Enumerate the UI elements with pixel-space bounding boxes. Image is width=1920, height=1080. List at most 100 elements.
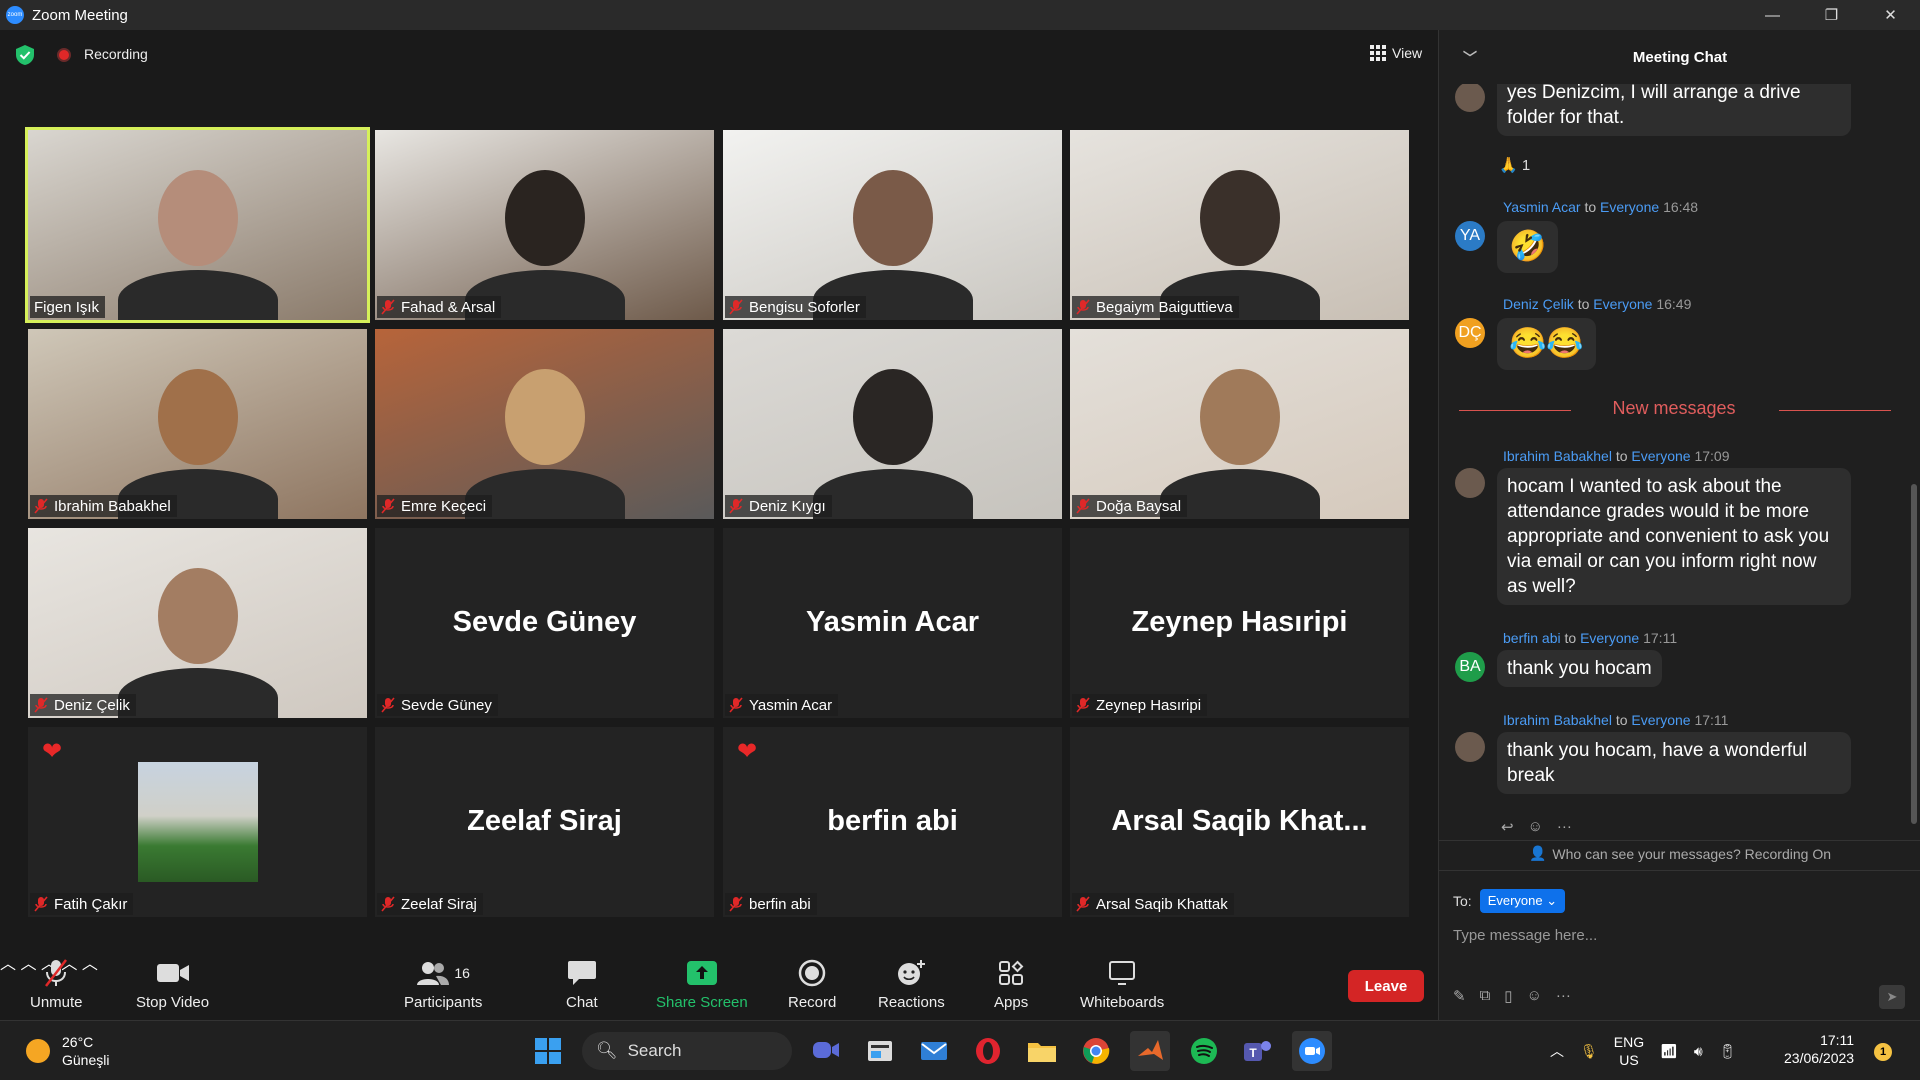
maximize-button[interactable]: ❐: [1802, 0, 1861, 30]
participant-name: Arsal Saqib Khattak: [1096, 895, 1228, 913]
weather-widget[interactable]: 26°C Güneşli: [26, 1033, 109, 1069]
chat-label: Chat: [566, 994, 598, 1011]
participant-tile[interactable]: Sevde Güney Sevde Güney: [375, 528, 714, 718]
participant-tile[interactable]: Zeelaf Siraj Zeelaf Siraj: [375, 727, 714, 917]
participant-name: Zeynep Hasıripi: [1096, 696, 1202, 714]
muted-mic-icon: [34, 498, 48, 514]
format-text-icon[interactable]: ✎: [1453, 987, 1466, 1005]
participant-tile[interactable]: Begaiym Baiguttieva: [1070, 130, 1409, 320]
participant-name-label: Ibrahim Babakhel: [30, 495, 177, 517]
message-sender: berfin abi to Everyone 17:11: [1503, 630, 1678, 646]
stop-video-label: Stop Video: [136, 994, 210, 1011]
spotify-icon[interactable]: [1184, 1031, 1224, 1071]
muted-mic-icon: [381, 896, 395, 912]
visibility-text: Who can see your messages? Recording On: [1552, 845, 1832, 862]
teams-icon[interactable]: T: [1238, 1031, 1278, 1071]
task-view-icon[interactable]: [860, 1031, 900, 1071]
participant-tile[interactable]: Figen Işık: [25, 127, 370, 323]
participant-name-label: Deniz Çelik: [30, 694, 136, 716]
participant-body: [813, 469, 973, 519]
participant-face: [158, 170, 238, 266]
battery-icon[interactable]: 🔋︎: [1719, 1043, 1737, 1060]
wifi-icon[interactable]: 📶︎: [1660, 1043, 1678, 1060]
meeting-area: Recording View Figen Işık Fahad & Arsal Be…: [0, 30, 1438, 1020]
collapse-chevron-icon[interactable]: ﹀: [1463, 48, 1477, 68]
matlab-icon[interactable]: [1130, 1031, 1170, 1071]
chrome-icon[interactable]: [1076, 1031, 1116, 1071]
file-explorer-icon[interactable]: [1022, 1031, 1062, 1071]
meeting-topbar: Recording View: [0, 30, 1438, 78]
record-button[interactable]: Record: [788, 958, 836, 1011]
minimize-button[interactable]: —: [1743, 0, 1802, 30]
leave-button[interactable]: Leave: [1348, 970, 1424, 1002]
file-icon[interactable]: ▯: [1504, 987, 1512, 1005]
participant-tile[interactable]: Deniz Kıygı: [723, 329, 1062, 519]
opera-icon[interactable]: [968, 1031, 1008, 1071]
share-screen-button[interactable]: Share Screen: [656, 958, 748, 1011]
whiteboards-button[interactable]: Whiteboards: [1080, 958, 1164, 1011]
participant-tile[interactable]: Arsal Saqib Khat... Arsal Saqib Khattak: [1070, 727, 1409, 917]
mail-icon[interactable]: [914, 1031, 954, 1071]
start-button-windows-icon[interactable]: [528, 1031, 568, 1071]
window-title: Zoom Meeting: [32, 6, 128, 24]
message-bubble: hocam I wanted to ask about the attendan…: [1497, 468, 1851, 605]
new-messages-label: New messages: [1612, 398, 1736, 418]
screenshot-icon[interactable]: ⧉: [1480, 987, 1491, 1005]
recipient-dropdown[interactable]: Everyone ⌄: [1479, 889, 1566, 913]
stop-video-button[interactable]: Stop Video: [136, 958, 209, 1011]
participants-button[interactable]: 16 Participants: [404, 958, 482, 1011]
participant-tile[interactable]: berfin abi ❤ berfin abi: [723, 727, 1062, 917]
message-visibility-note[interactable]: 👤 Who can see your messages? Recording O…: [1439, 840, 1920, 866]
close-button[interactable]: ✕: [1861, 0, 1920, 30]
send-icon[interactable]: ➤: [1879, 985, 1905, 1009]
emoji-icon[interactable]: ☺: [1527, 987, 1542, 1005]
participant-tile[interactable]: Deniz Çelik: [28, 528, 367, 718]
language-indicator[interactable]: ENG US: [1614, 1033, 1644, 1069]
to-label: To:: [1453, 893, 1472, 909]
participant-tile[interactable]: Yasmin Acar Yasmin Acar: [723, 528, 1062, 718]
participant-tile[interactable]: Bengisu Soforler: [723, 130, 1062, 320]
message-bubble: yes Denizcim, I will arrange a drive fol…: [1497, 84, 1851, 136]
participant-name-label: Zeynep Hasıripi: [1072, 694, 1208, 716]
message-input[interactable]: [1453, 921, 1893, 949]
audio-options-caret-icon[interactable]: ︿: [0, 956, 16, 973]
participant-tile[interactable]: ❤ Fatih Çakır: [28, 727, 367, 917]
participant-name-label: Zeelaf Siraj: [377, 893, 483, 915]
participant-tile[interactable]: Doğa Baysal: [1070, 329, 1409, 519]
notification-badge[interactable]: 1: [1874, 1043, 1892, 1061]
taskbar-search[interactable]: 🔍︎ Search: [582, 1032, 792, 1070]
meet-icon[interactable]: [806, 1031, 846, 1071]
microphone-icon[interactable]: 🎙︎: [1580, 1043, 1598, 1060]
chat-button[interactable]: Chat: [566, 958, 598, 1011]
participant-tile[interactable]: Emre Keçeci: [375, 329, 714, 519]
participant-tile[interactable]: Fahad & Arsal: [375, 130, 714, 320]
participant-name-label: Figen Işık: [30, 296, 106, 318]
more-options-icon[interactable]: ···: [1556, 987, 1571, 1005]
participant-name: Bengisu Soforler: [749, 298, 860, 316]
view-button[interactable]: View: [1362, 40, 1430, 66]
chat-message-list[interactable]: yes Denizcim, I will arrange a drive fol…: [1439, 84, 1909, 844]
volume-icon[interactable]: 🔊︎: [1694, 1043, 1703, 1060]
message-bubble: thank you hocam, have a wonderful break: [1497, 732, 1851, 794]
message-reaction[interactable]: 🙏 1: [1499, 156, 1530, 174]
participant-name: Doğa Baysal: [1096, 497, 1182, 515]
taskbar-clock[interactable]: 17:11 23/06/2023: [1784, 1031, 1854, 1067]
more-options-icon[interactable]: ···: [1557, 818, 1572, 836]
apps-button[interactable]: Apps: [994, 958, 1028, 1011]
reply-icon[interactable]: ↩: [1501, 818, 1514, 836]
zoom-taskbar-icon[interactable]: [1292, 1031, 1332, 1071]
participant-tile[interactable]: Ibrahim Babakhel: [28, 329, 367, 519]
unmute-button[interactable]: Unmute: [30, 958, 83, 1011]
chat-scrollbar[interactable]: [1911, 84, 1917, 844]
scrollbar-thumb[interactable]: [1911, 484, 1917, 824]
muted-mic-icon: [381, 299, 395, 315]
reactions-caret-icon[interactable]: ︿: [82, 956, 98, 973]
participant-display-name: Zeelaf Siraj: [467, 805, 622, 837]
show-hidden-icons-chevron-icon[interactable]: ︿: [1550, 1041, 1564, 1061]
reactions-button[interactable]: Reactions: [878, 958, 945, 1011]
participant-tile[interactable]: Zeynep Hasıripi Zeynep Hasıripi: [1070, 528, 1409, 718]
security-shield-icon[interactable]: [14, 44, 36, 66]
add-reaction-icon[interactable]: ☺: [1528, 818, 1543, 836]
record-label: Record: [788, 994, 837, 1011]
avatar: BA: [1455, 652, 1485, 682]
